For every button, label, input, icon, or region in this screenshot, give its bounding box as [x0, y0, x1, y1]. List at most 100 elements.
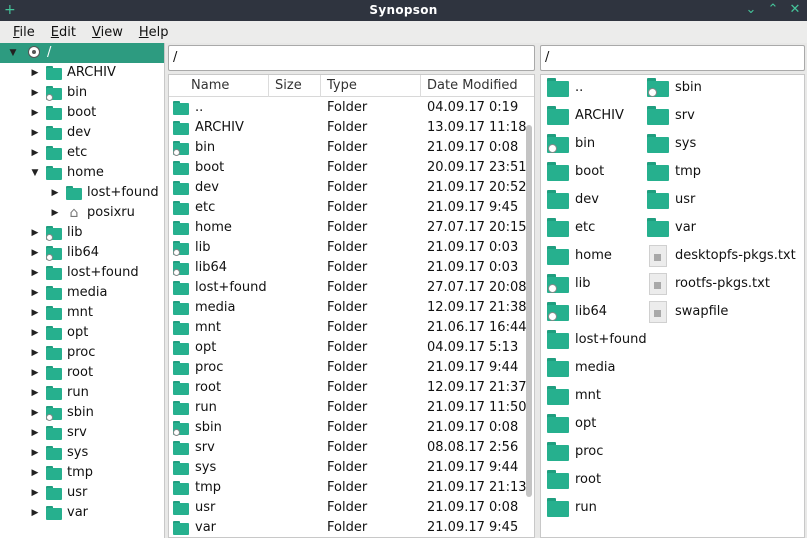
expand-arrow-icon[interactable]: ▶ [30, 323, 40, 343]
cell-type: Folder [327, 240, 368, 255]
tree-item[interactable]: ▶ media [0, 283, 164, 303]
list-row[interactable]: media Folder 12.09.17 21:38 [169, 298, 527, 318]
list-row[interactable]: run Folder 21.09.17 11:50 [169, 398, 527, 418]
tree-item[interactable]: ▶ lost+found [0, 263, 164, 283]
tree-item[interactable]: ▶ ARCHIV [0, 63, 164, 83]
tree-item[interactable]: ▼ / [0, 43, 164, 63]
folder-link-icon [173, 141, 189, 156]
item-label: rootfs-pkgs.txt [675, 276, 770, 291]
item-label: root [575, 472, 602, 487]
tree-item-label: lib64 [67, 245, 100, 260]
tree-item[interactable]: ▶ opt [0, 323, 164, 343]
folder-icon [173, 341, 189, 355]
minimize-icon[interactable]: ⌄ [745, 1, 757, 19]
expand-arrow-icon[interactable]: ▶ [30, 123, 40, 143]
expand-arrow-icon[interactable]: ▶ [30, 103, 40, 123]
tree-item[interactable]: ▶ boot [0, 103, 164, 123]
list-row[interactable]: root Folder 12.09.17 21:37 [169, 378, 527, 398]
column-header-name[interactable]: Name [169, 75, 269, 97]
tree-item[interactable]: ▶ proc [0, 343, 164, 363]
expand-arrow-icon[interactable]: ▶ [50, 183, 60, 203]
expand-arrow-icon[interactable]: ▶ [30, 503, 40, 523]
tree-item[interactable]: ▶ lib64 [0, 243, 164, 263]
expand-arrow-icon[interactable]: ▶ [30, 463, 40, 483]
tree-item[interactable]: ▶ bin [0, 83, 164, 103]
column-header-size[interactable]: Size [269, 75, 321, 97]
list-row[interactable]: bin Folder 21.09.17 0:08 [169, 138, 527, 158]
list-row[interactable]: usr Folder 21.09.17 0:08 [169, 498, 527, 518]
tree-item[interactable]: ▶ run [0, 383, 164, 403]
tree-item[interactable]: ▶ var [0, 503, 164, 523]
expand-arrow-icon[interactable]: ▶ [50, 203, 60, 223]
expand-arrow-icon[interactable]: ▶ [30, 303, 40, 323]
menu-help[interactable]: Help [131, 21, 177, 43]
tree-item[interactable]: ▼ home [0, 163, 164, 183]
cell-date: 21.09.17 0:03 [427, 240, 519, 255]
icon-view[interactable]: .. ARCHIV bin boot dev etc home lib lib64 lost+fo… [540, 74, 805, 538]
list-row[interactable]: etc Folder 21.09.17 9:45 [169, 198, 527, 218]
list-row[interactable]: boot Folder 20.09.17 23:51 [169, 158, 527, 178]
tree-item[interactable]: ▶ lost+found [0, 183, 164, 203]
tree-item-label: home [67, 165, 104, 180]
list-row[interactable]: lost+found Folder 27.07.17 20:08 [169, 278, 527, 298]
expand-arrow-icon[interactable]: ▶ [30, 143, 40, 163]
tree-item[interactable]: ▶ tmp [0, 463, 164, 483]
list-row[interactable]: sys Folder 21.09.17 9:44 [169, 458, 527, 478]
list-row[interactable]: proc Folder 21.09.17 9:44 [169, 358, 527, 378]
tree-item[interactable]: ▶ usr [0, 483, 164, 503]
menu-view[interactable]: View [84, 21, 131, 43]
list-row[interactable]: lib Folder 21.09.17 0:03 [169, 238, 527, 258]
expand-arrow-icon[interactable]: ▶ [30, 343, 40, 363]
folder-icon [547, 386, 569, 405]
expand-arrow-icon[interactable]: ▶ [30, 283, 40, 303]
column-header-date[interactable]: Date Modified [421, 75, 531, 97]
maximize-icon[interactable]: ⌃ [767, 1, 779, 19]
tree-item[interactable]: ▶ etc [0, 143, 164, 163]
tree-item[interactable]: ▶ sbin [0, 403, 164, 423]
list-row[interactable]: sbin Folder 21.09.17 0:08 [169, 418, 527, 438]
list-path-input[interactable]: / [168, 45, 535, 71]
cell-name: tmp [195, 480, 222, 495]
expand-arrow-icon[interactable]: ▶ [30, 223, 40, 243]
tree-item[interactable]: ▶ srv [0, 423, 164, 443]
list-row[interactable]: tmp Folder 21.09.17 21:13 [169, 478, 527, 498]
list-row[interactable]: opt Folder 04.09.17 5:13 [169, 338, 527, 358]
list-row[interactable]: var Folder 21.09.17 9:45 [169, 518, 527, 537]
list-row[interactable]: srv Folder 08.08.17 2:56 [169, 438, 527, 458]
cell-date: 27.07.17 20:15 [427, 220, 527, 235]
list-row[interactable]: mnt Folder 21.06.17 16:44 [169, 318, 527, 338]
icon-path-input[interactable]: / [540, 45, 805, 71]
tree-item[interactable]: ▶ ⌂ posixru [0, 203, 164, 223]
tree-item[interactable]: ▶ sys [0, 443, 164, 463]
tree-item[interactable]: ▶ dev [0, 123, 164, 143]
expand-arrow-icon[interactable]: ▶ [30, 383, 40, 403]
expand-arrow-icon[interactable]: ▶ [30, 83, 40, 103]
column-header-type[interactable]: Type [321, 75, 421, 97]
list-row[interactable]: dev Folder 21.09.17 20:52 [169, 178, 527, 198]
list-row[interactable]: home Folder 27.07.17 20:15 [169, 218, 527, 238]
expand-arrow-icon[interactable]: ▶ [30, 483, 40, 503]
expand-arrow-icon[interactable]: ▶ [30, 363, 40, 383]
folder-icon [46, 366, 62, 380]
tree-item[interactable]: ▶ mnt [0, 303, 164, 323]
folder-icon [46, 446, 62, 460]
collapse-arrow-icon[interactable]: ▼ [8, 43, 18, 63]
expand-arrow-icon[interactable]: ▶ [30, 63, 40, 83]
list-row[interactable]: ARCHIV Folder 13.09.17 11:18 [169, 118, 527, 138]
expand-arrow-icon[interactable]: ▶ [30, 443, 40, 463]
list-row[interactable]: lib64 Folder 21.09.17 0:03 [169, 258, 527, 278]
tree-item[interactable]: ▶ root [0, 363, 164, 383]
menu-edit[interactable]: Edit [43, 21, 84, 43]
file-list[interactable]: Name Size Type Date Modified .. Folder 04.… [168, 74, 535, 538]
expand-arrow-icon[interactable]: ▶ [30, 423, 40, 443]
tree-item[interactable]: ▶ lib [0, 223, 164, 243]
expand-arrow-icon[interactable]: ▶ [30, 403, 40, 423]
list-row[interactable]: .. Folder 04.09.17 0:19 [169, 98, 527, 118]
close-icon[interactable]: ✕ [789, 1, 801, 19]
expand-arrow-icon[interactable]: ▶ [30, 243, 40, 263]
folder-tree[interactable]: ▼ / ▶ ARCHIV ▶ bin ▶ boot ▶ dev ▶ etc ▼ home ▶ lost+fou… [0, 43, 165, 538]
menu-file[interactable]: File [5, 21, 43, 43]
collapse-arrow-icon[interactable]: ▼ [30, 163, 40, 183]
item-label: dev [575, 192, 599, 207]
expand-arrow-icon[interactable]: ▶ [30, 263, 40, 283]
